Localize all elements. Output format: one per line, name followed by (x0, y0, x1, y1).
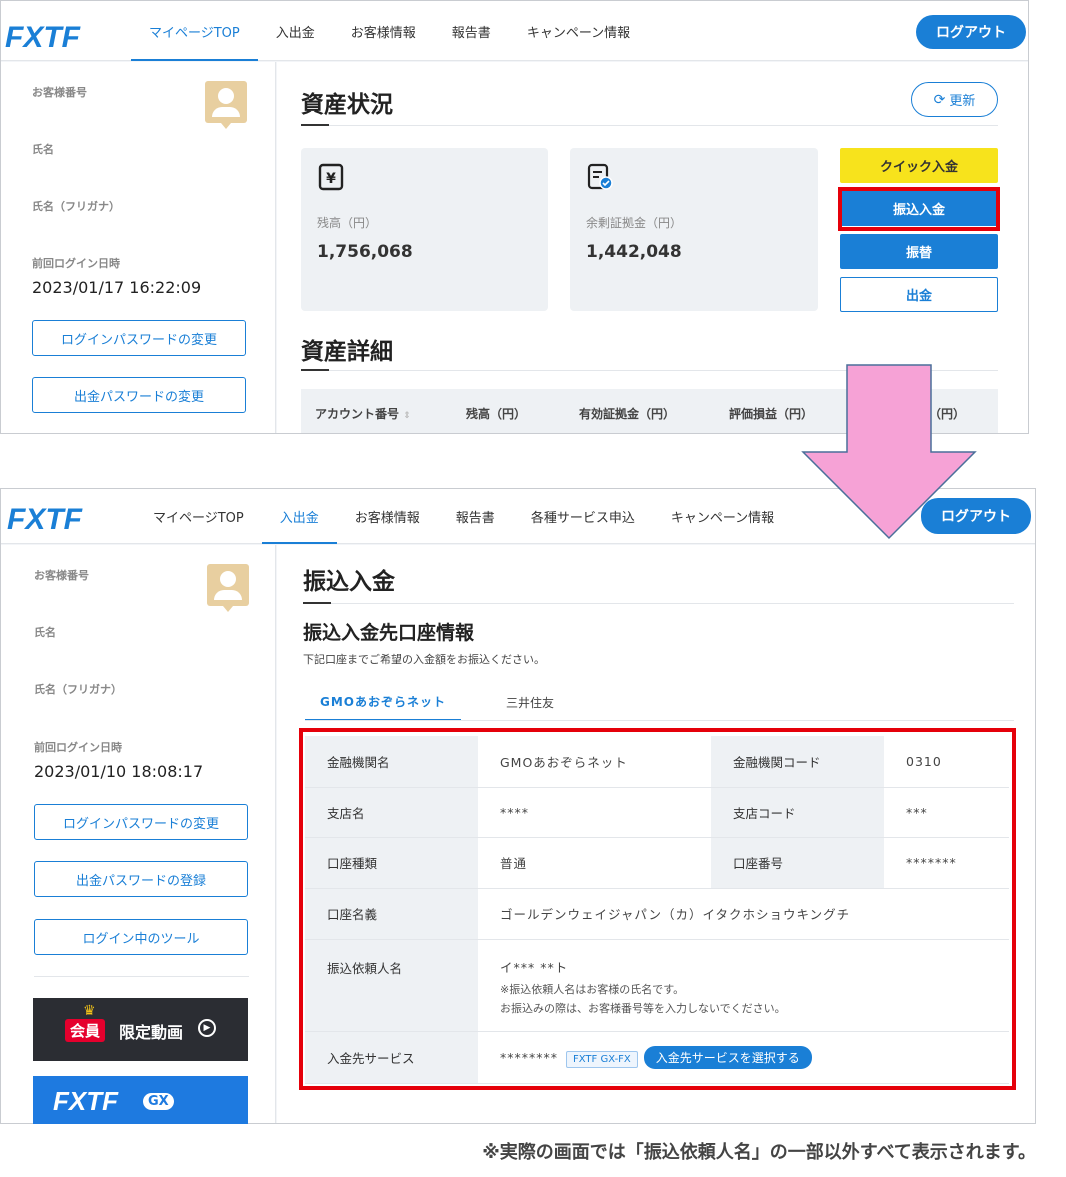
svg-text:FXTF: FXTF (5, 23, 81, 51)
change-login-password-button[interactable]: ログインパスワードの変更 (34, 804, 248, 840)
last-login-value: 2023/01/10 18:08:17 (34, 762, 204, 781)
name-kana-label: 氏名（フリガナ） (32, 200, 120, 213)
detail-underline (301, 369, 329, 371)
page-title: 振込入金 (303, 569, 395, 595)
nav-deposit-withdraw[interactable]: 入出金 (261, 489, 337, 544)
nav-mypage-top[interactable]: マイページTOP (135, 489, 262, 544)
name-kana-label: 氏名（フリガナ） (34, 683, 122, 696)
tab-gmo-aozora[interactable]: GMOあおぞらネット (305, 683, 461, 721)
fxtf-gx-banner[interactable]: FXTF GX (33, 1076, 248, 1124)
svg-text:¥: ¥ (326, 171, 336, 187)
main-nav: マイページTOP 入出金 お客様情報 報告書 各種サービス申込 キャンペーン情報 (135, 489, 792, 544)
section-description: 下記口座までご希望の入金額をお振込ください。 (303, 653, 545, 666)
last-login-label: 前回ログイン日時 (32, 257, 120, 270)
change-login-password-button[interactable]: ログインパスワードの変更 (32, 320, 246, 356)
name-label: 氏名 (34, 626, 56, 639)
nav-campaign[interactable]: キャンペーン情報 (653, 489, 792, 544)
logout-button[interactable]: ログアウト (916, 15, 1026, 49)
members-badge: 会員 (65, 1019, 106, 1042)
title-underline (303, 602, 331, 604)
name-label: 氏名 (32, 143, 54, 156)
fxtf-logo[interactable]: FXTF (7, 505, 103, 533)
balance-label: 残高（円） (317, 216, 378, 230)
customer-number-label: お客様番号 (32, 86, 87, 99)
surplus-margin-label: 余剰証拠金（円） (586, 216, 683, 230)
surplus-margin-value: 1,442,048 (586, 242, 682, 262)
nav-customer-info[interactable]: お客様情報 (337, 489, 438, 544)
tab-divider (305, 720, 1014, 721)
customer-number-label: お客様番号 (34, 569, 89, 582)
col-account-number[interactable]: アカウント番号 ⇕ (315, 405, 411, 422)
avatar-icon (205, 81, 247, 129)
last-login-label: 前回ログイン日時 (34, 741, 122, 754)
change-withdraw-password-button[interactable]: 出金パスワードの変更 (32, 377, 246, 413)
quick-deposit-button[interactable]: クイック入金 (840, 148, 998, 183)
refresh-label: 更新 (949, 94, 976, 109)
col-balance: 残高（円） (466, 407, 527, 421)
col-account-number-label: アカウント番号 (315, 407, 400, 421)
sidebar-divider (34, 976, 249, 977)
nav-mypage-top[interactable]: マイページTOP (131, 1, 258, 61)
members-video-banner[interactable]: ♛ 会員 限定動画 ▶ (33, 998, 248, 1061)
highlight-box (838, 187, 1000, 231)
fxtf-gx-logo-text: FXTF (53, 1086, 118, 1116)
main-nav: マイページTOP 入出金 お客様情報 報告書 キャンペーン情報 (131, 1, 648, 61)
refresh-icon: ⟳ (933, 91, 946, 108)
withdraw-button[interactable]: 出金 (840, 277, 998, 312)
asset-detail-title: 資産詳細 (301, 339, 393, 365)
balance-card: ¥ 残高（円） 1,756,068 (301, 148, 548, 311)
margin-card: 余剰証拠金（円） 1,442,048 (570, 148, 818, 311)
svg-text:FXTF: FXTF (7, 505, 83, 533)
avatar-icon (207, 564, 249, 612)
balance-value: 1,756,068 (317, 242, 413, 262)
nav-deposit-withdraw[interactable]: 入出金 (258, 1, 333, 61)
nav-service-application[interactable]: 各種サービス申込 (513, 489, 653, 544)
fxtf-logo[interactable]: FXTF (5, 23, 101, 51)
title-divider (301, 125, 998, 126)
down-arrow-icon (801, 364, 977, 540)
nav-customer-info[interactable]: お客様情報 (333, 1, 434, 61)
yen-icon: ¥ (318, 163, 344, 191)
header: FXTF マイページTOP 入出金 お客様情報 報告書 キャンペーン情報 ログア… (1, 1, 1028, 61)
transfer-button[interactable]: 振替 (840, 234, 998, 269)
title-underline (301, 124, 329, 126)
logged-in-tools-button[interactable]: ログイン中のツール (34, 919, 248, 955)
sort-icon: ⇕ (403, 411, 411, 421)
play-icon: ▶ (198, 1019, 216, 1037)
page-title: 資産状況 (301, 92, 393, 118)
title-divider (303, 603, 1014, 604)
margin-doc-icon (587, 163, 613, 190)
nav-reports[interactable]: 報告書 (434, 1, 509, 61)
register-withdraw-password-button[interactable]: 出金パスワードの登録 (34, 861, 248, 897)
gx-badge: GX (143, 1093, 174, 1110)
sidebar: お客様番号 氏名 氏名（フリガナ） 前回ログイン日時 2023/01/17 16… (1, 62, 276, 433)
col-effective-margin: 有効証拠金（円） (579, 407, 676, 421)
nav-reports[interactable]: 報告書 (438, 489, 513, 544)
refresh-button[interactable]: ⟳ 更新 (911, 82, 998, 117)
tab-mitsui-sumitomo[interactable]: 三井住友 (470, 683, 590, 721)
crown-icon: ♛ (83, 1003, 96, 1019)
promo-text: 限定動画 (119, 1023, 184, 1042)
nav-campaign[interactable]: キャンペーン情報 (509, 1, 648, 61)
section-title: 振込入金先口座情報 (303, 622, 475, 644)
highlight-box (299, 728, 1016, 1090)
last-login-value: 2023/01/17 16:22:09 (32, 278, 202, 297)
footnote: ※実際の画面では「振込依頼人名」の一部以外すべて表示されます。 (482, 1142, 1036, 1163)
